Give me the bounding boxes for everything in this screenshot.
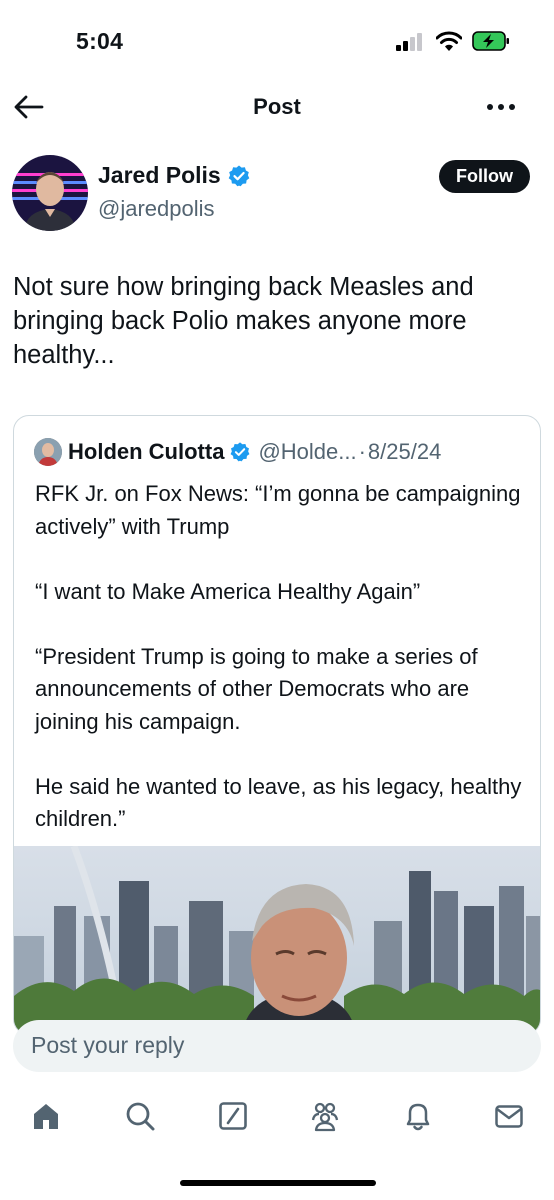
quoted-author-name: Holden Culotta — [68, 439, 225, 464]
more-horizontal-icon[interactable] — [484, 94, 518, 120]
top-app-bar: Post — [0, 80, 554, 136]
quoted-author-avatar — [34, 438, 62, 466]
communities-icon[interactable] — [309, 1100, 341, 1132]
author-handle[interactable]: @jaredpolis — [98, 196, 215, 222]
grok-icon[interactable] — [217, 1100, 249, 1132]
quoted-post[interactable]: Holden Culotta @Holde... · 8/25/24 RFK J… — [13, 415, 541, 1035]
cellular-signal-icon — [396, 33, 424, 51]
follow-button[interactable]: Follow — [439, 160, 530, 193]
author-avatar[interactable] — [12, 155, 88, 231]
separator-dot: · — [358, 439, 366, 464]
home-icon[interactable] — [30, 1100, 62, 1132]
notifications-icon[interactable] — [402, 1100, 434, 1132]
quoted-post-header: Holden Culotta @Holde... · 8/25/24 — [34, 438, 441, 466]
battery-charging-icon — [472, 31, 509, 51]
status-time: 5:04 — [76, 28, 124, 54]
quoted-author-handle: @Holde... — [258, 439, 357, 464]
verified-badge-icon — [228, 165, 250, 186]
avatar-image — [12, 155, 88, 231]
reply-input[interactable]: Post your reply — [13, 1020, 541, 1072]
home-indicator — [180, 1180, 376, 1186]
quoted-post-text: RFK Jr. on Fox News: “I’m gonna be campa… — [35, 478, 525, 868]
verified-badge-icon — [230, 442, 250, 462]
quoted-paragraph: RFK Jr. on Fox News: “I’m gonna be campa… — [35, 481, 521, 539]
search-icon[interactable] — [124, 1100, 156, 1132]
author-name[interactable]: Jared Polis — [98, 162, 221, 189]
page-title: Post — [253, 94, 301, 119]
quoted-paragraph: He said he wanted to leave, as his legac… — [35, 773, 522, 832]
messages-icon[interactable] — [493, 1100, 525, 1132]
quoted-paragraph: “President Trump is going to make a seri… — [35, 643, 478, 734]
quoted-post-video-thumbnail[interactable] — [14, 846, 540, 1034]
quoted-post-date: 8/25/24 — [367, 439, 442, 464]
post-text: Not sure how bringing back Measles and b… — [13, 273, 474, 369]
wifi-icon — [436, 31, 462, 51]
quoted-paragraph: “I want to Make America Healthy Again” — [35, 578, 421, 604]
bottom-navigation — [0, 1090, 554, 1150]
status-bar: 5:04 — [0, 0, 554, 80]
author-name-row[interactable]: Jared Polis — [98, 162, 251, 189]
